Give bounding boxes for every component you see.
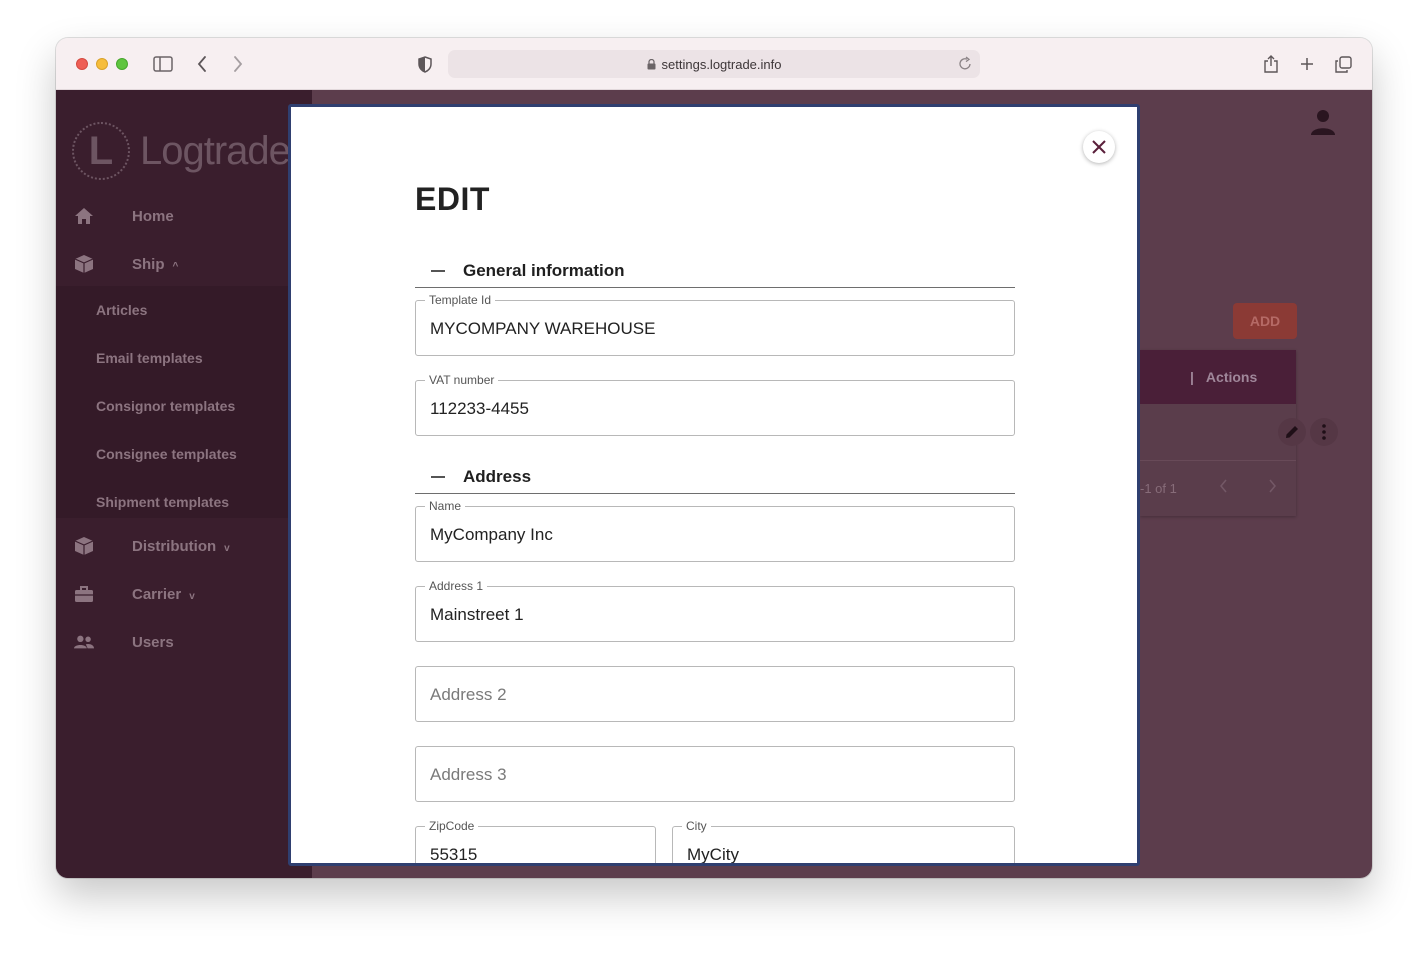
url-text: settings.logtrade.info [661, 56, 782, 72]
template-id-field[interactable]: Template Id MYCOMPANY WAREHOUSE [415, 293, 1015, 356]
sidebar-subitem-shipment-templates[interactable]: Shipment templates [96, 478, 229, 526]
pencil-icon [1286, 426, 1298, 438]
field-value: Mainstreet 1 [430, 605, 524, 624]
back-icon[interactable] [194, 52, 210, 76]
edit-row-button[interactable] [1278, 418, 1306, 446]
user-avatar-icon[interactable] [1310, 108, 1336, 138]
field-value: MYCOMPANY WAREHOUSE [430, 319, 656, 338]
privacy-shield-icon[interactable] [416, 52, 434, 76]
field-placeholder: Address 2 [430, 685, 507, 704]
field-label: Address 1 [425, 579, 488, 593]
sidebar-item-ship[interactable]: Ship ^ [56, 240, 312, 288]
tab-overview-icon[interactable] [1334, 52, 1352, 76]
collapse-icon[interactable] [431, 269, 445, 272]
dialog-title: EDIT [415, 181, 490, 217]
vat-number-field[interactable]: VAT number 112233-4455 [415, 373, 1015, 436]
browser-titlebar: settings.logtrade.info [56, 38, 1372, 90]
zoom-window-button[interactable] [116, 58, 128, 70]
users-icon [74, 632, 94, 652]
city-field[interactable]: City MyCity [672, 819, 1015, 864]
logo-mark: L [72, 122, 130, 180]
field-placeholder: Address 3 [430, 765, 507, 784]
address-bar[interactable]: settings.logtrade.info [448, 50, 980, 78]
zipcode-field[interactable]: ZipCode 55315 [415, 819, 656, 864]
sidebar-toggle-icon[interactable] [152, 52, 174, 76]
table-header: | Actions [1140, 350, 1296, 404]
section-title: Address [463, 466, 532, 486]
lock-icon [647, 58, 656, 70]
section-general-information[interactable]: General information [415, 254, 1015, 288]
address-2-field[interactable]: Address 2 [415, 666, 1015, 722]
field-value: 112233-4455 [430, 399, 529, 418]
briefcase-icon [74, 584, 94, 604]
chevron-down-icon: v [189, 590, 195, 602]
actions-column-header: Actions [1205, 369, 1258, 385]
field-label: VAT number [425, 373, 499, 387]
templates-table: | Actions -1 of 1 [1140, 350, 1338, 516]
logtrade-logo: L Logtrade [72, 122, 291, 180]
logo-text: Logtrade [140, 128, 291, 173]
address-3-field[interactable]: Address 3 [415, 746, 1015, 802]
close-icon [1092, 140, 1106, 154]
sidebar-subitem-consignee-templates[interactable]: Consignee templates [96, 430, 237, 478]
field-label: City [682, 819, 711, 833]
more-options-button[interactable] [1310, 418, 1338, 446]
pagination-range: -1 of 1 [1140, 481, 1177, 496]
collapse-icon[interactable] [431, 475, 445, 478]
close-dialog-button[interactable] [1083, 131, 1115, 163]
page-viewport: L Logtrade Home Ship ^ Articles Email tem… [56, 90, 1372, 878]
sidebar-item-carrier[interactable]: Carrier v [56, 570, 312, 618]
field-label: Name [425, 499, 466, 513]
add-button[interactable]: ADD [1233, 303, 1297, 339]
field-label: ZipCode [425, 819, 479, 833]
previous-page-icon[interactable] [1220, 479, 1228, 493]
next-page-icon[interactable] [1268, 479, 1276, 493]
home-icon [74, 206, 94, 226]
minimize-window-button[interactable] [96, 58, 108, 70]
forward-icon[interactable] [230, 52, 246, 76]
box-icon [74, 254, 94, 274]
field-value: MyCompany Inc [430, 525, 553, 544]
sidebar-subitem-email-templates[interactable]: Email templates [96, 334, 203, 382]
sidebar-item-label: Distribution v [132, 537, 230, 555]
table-pagination: -1 of 1 [1140, 460, 1296, 516]
close-window-button[interactable] [76, 58, 88, 70]
edit-dialog: EDIT General information Template Id MYC… [288, 104, 1140, 866]
sidebar-subitem-articles[interactable]: Articles [96, 286, 147, 334]
chevron-up-icon: ^ [172, 260, 179, 272]
name-field[interactable]: Name MyCompany Inc [415, 499, 1015, 562]
new-tab-icon[interactable] [1298, 52, 1316, 76]
column-divider: | [1190, 369, 1194, 385]
browser-window: settings.logtrade.info L Logtrade Home S… [56, 38, 1372, 878]
sidebar-item-label: Users [132, 633, 174, 651]
reload-icon[interactable] [959, 56, 972, 70]
table-row-actions [1274, 418, 1338, 446]
address-1-field[interactable]: Address 1 Mainstreet 1 [415, 579, 1015, 642]
sidebar-item-label: Home [132, 207, 174, 225]
section-address[interactable]: Address [415, 460, 1015, 494]
kebab-menu-icon [1322, 424, 1326, 440]
section-title: General information [463, 260, 625, 280]
share-icon[interactable] [1262, 52, 1280, 76]
field-label: Template Id [425, 293, 496, 307]
sidebar-item-home[interactable]: Home [56, 192, 312, 240]
box-icon [74, 536, 94, 556]
sidebar-subitem-consignor-templates[interactable]: Consignor templates [96, 382, 235, 430]
sidebar-item-label: Ship ^ [132, 255, 179, 273]
sidebar-item-users[interactable]: Users [56, 618, 312, 666]
sidebar: L Logtrade Home Ship ^ Articles Email tem… [56, 90, 312, 878]
sidebar-item-label: Carrier v [132, 585, 195, 603]
field-value: 55315 [430, 845, 478, 864]
field-value: MyCity [687, 845, 739, 864]
sidebar-item-distribution[interactable]: Distribution v [56, 522, 312, 570]
chevron-down-icon: v [224, 542, 230, 554]
